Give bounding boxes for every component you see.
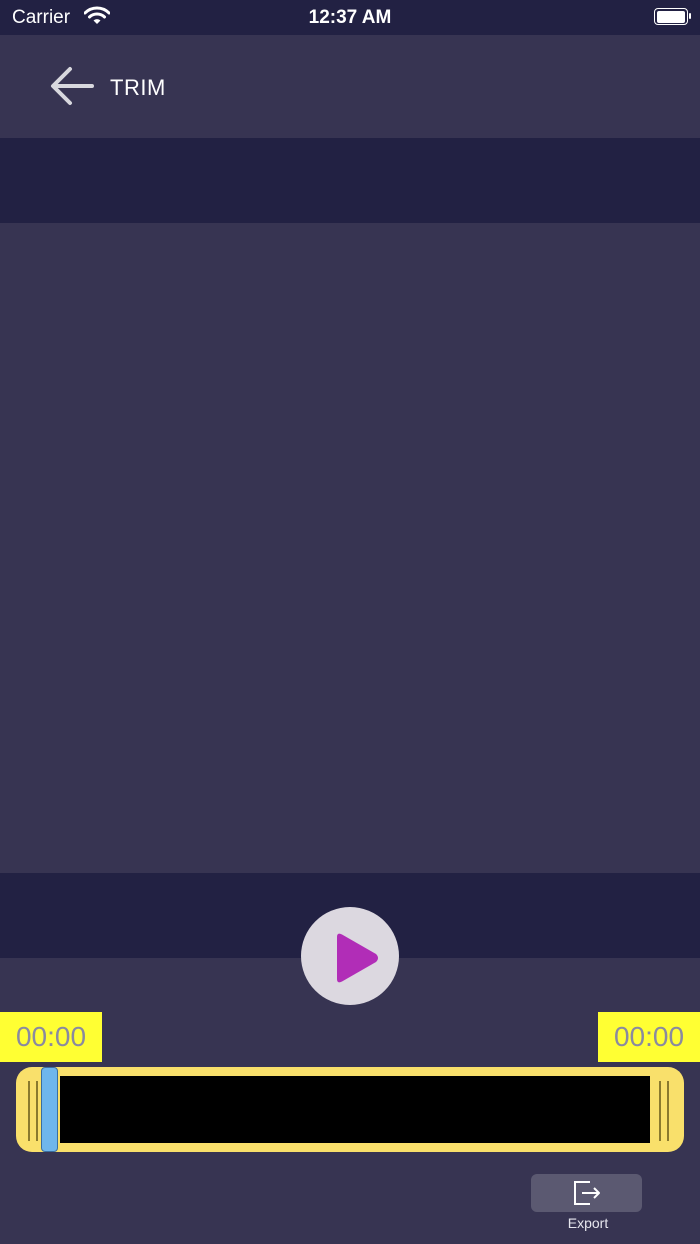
trim-start-time: 00:00 xyxy=(0,1012,102,1062)
nav-bar: TRIM xyxy=(0,35,700,138)
left-handle-grip[interactable] xyxy=(36,1081,38,1141)
export-icon xyxy=(574,1181,600,1205)
battery-icon xyxy=(654,8,691,25)
right-handle-grip[interactable] xyxy=(667,1081,669,1141)
play-icon xyxy=(337,933,378,983)
left-handle-grip[interactable] xyxy=(28,1081,30,1141)
trim-filmstrip[interactable] xyxy=(60,1076,650,1143)
video-letterbox-top xyxy=(0,138,700,223)
status-bar: Carrier 12:37 AM xyxy=(0,0,700,35)
page-title: TRIM xyxy=(110,75,166,100)
right-handle-grip[interactable] xyxy=(659,1081,661,1141)
export-label: Export xyxy=(567,1215,609,1231)
video-preview[interactable] xyxy=(0,223,700,873)
playhead-handle[interactable] xyxy=(41,1067,58,1152)
export-button[interactable] xyxy=(531,1174,642,1212)
trim-end-time: 00:00 xyxy=(598,1012,700,1062)
play-button[interactable] xyxy=(301,907,399,1005)
status-time: 12:37 AM xyxy=(308,7,392,28)
arrow-left-icon xyxy=(51,67,94,105)
trim-slider[interactable] xyxy=(16,1067,684,1152)
back-button[interactable] xyxy=(46,63,98,109)
